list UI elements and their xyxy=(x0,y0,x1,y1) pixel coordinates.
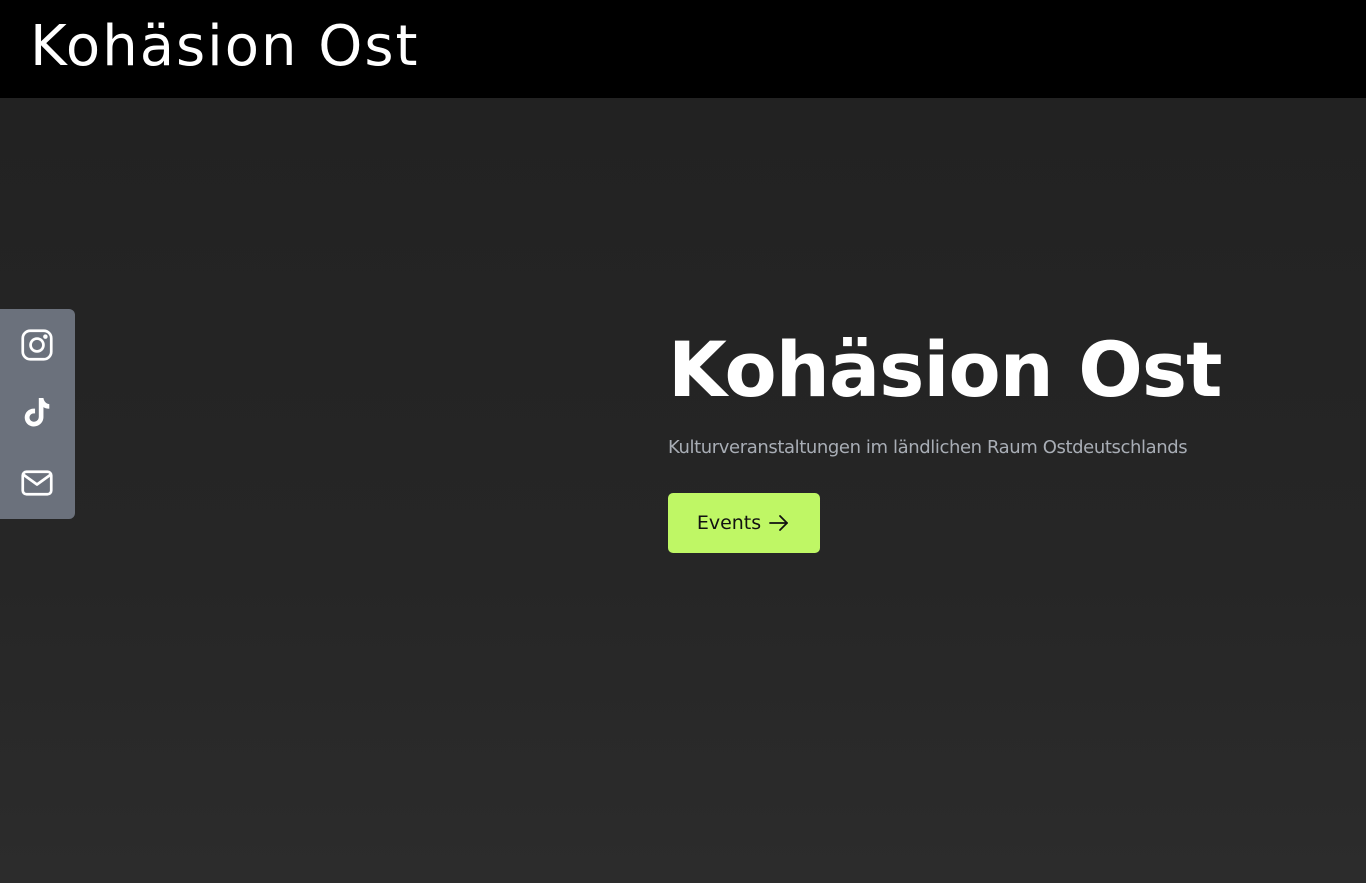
site-logo-link[interactable]: Kohäsion Ost xyxy=(30,14,420,80)
top-bar: Kohäsion Ost xyxy=(0,0,1366,98)
hero-title: Kohäsion Ost xyxy=(668,325,1222,414)
instagram-link[interactable] xyxy=(19,327,55,363)
social-sidebar xyxy=(0,309,75,519)
mail-icon xyxy=(21,470,53,496)
email-link[interactable] xyxy=(19,465,55,501)
events-button[interactable]: Events xyxy=(668,493,820,553)
instagram-icon xyxy=(21,329,53,361)
arrow-right-icon xyxy=(769,515,789,531)
tiktok-link[interactable] xyxy=(19,395,55,431)
events-button-label: Events xyxy=(696,512,762,534)
tiktok-icon xyxy=(24,398,50,427)
hero-section xyxy=(0,98,1366,883)
hero-subtitle: Kulturveranstaltungen im ländlichen Raum… xyxy=(668,437,1188,458)
